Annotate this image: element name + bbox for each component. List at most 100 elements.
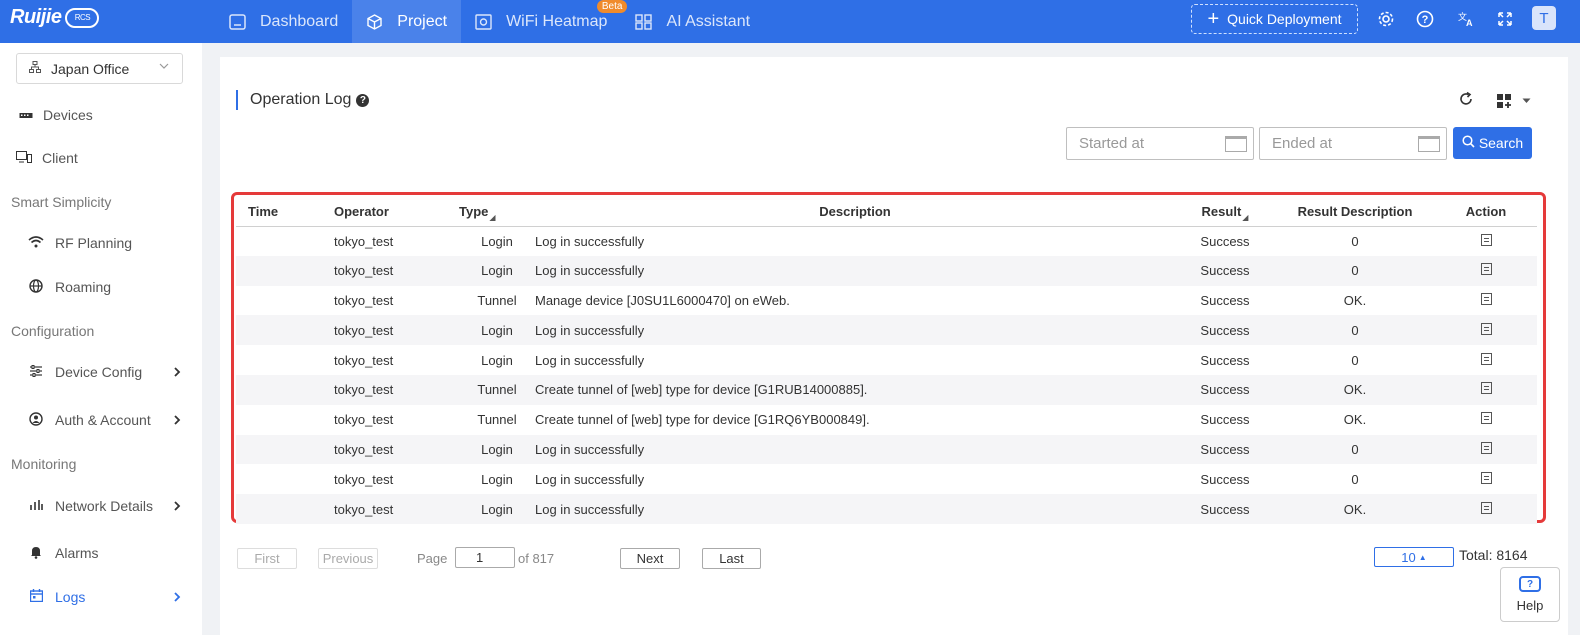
- section-monitoring: Monitoring: [11, 456, 77, 472]
- fullscreen-icon[interactable]: [1494, 8, 1516, 30]
- page-label: Page: [417, 551, 448, 566]
- view-details-icon[interactable]: [1480, 471, 1492, 484]
- sort-icon[interactable]: ◢: [1242, 213, 1248, 222]
- section-configuration: Configuration: [11, 323, 95, 339]
- view-details-icon[interactable]: [1480, 352, 1492, 365]
- language-translate-icon[interactable]: 文A: [1455, 8, 1477, 30]
- refresh-icon[interactable]: [1458, 91, 1474, 112]
- table-row: tokyo_test Login Log in successfully Succes…: [236, 255, 1537, 286]
- help-widget[interactable]: ? Help: [1500, 567, 1560, 622]
- help-question-icon[interactable]: ?: [1414, 8, 1436, 30]
- cell-result: Success: [1200, 501, 1250, 517]
- settings-gear-icon[interactable]: [1375, 8, 1397, 30]
- table-row: tokyo_test Login Log in successfully Succes…: [236, 464, 1537, 494]
- logo-text: Ruijie: [10, 6, 62, 28]
- nav-wifi-heatmap[interactable]: WiFi Heatmap Beta: [461, 0, 628, 43]
- bell-icon: [28, 545, 44, 562]
- page-size-select[interactable]: 10 ▲: [1374, 547, 1454, 567]
- first-page-button[interactable]: First: [237, 548, 297, 569]
- cell-operator: tokyo_test: [334, 441, 394, 457]
- last-page-button[interactable]: Last: [702, 548, 761, 569]
- cell-description: Log in successfully: [535, 263, 645, 279]
- cell-action: [1435, 286, 1537, 316]
- cell-time: [236, 256, 334, 286]
- section-smart-simplicity: Smart Simplicity: [11, 194, 112, 210]
- view-details-icon[interactable]: [1480, 233, 1492, 246]
- site-selector[interactable]: Japan Office: [16, 53, 183, 84]
- started-at-input[interactable]: Started at: [1066, 127, 1254, 160]
- next-page-button[interactable]: Next: [620, 548, 680, 569]
- page-title-bar: Operation Log ?: [236, 90, 370, 110]
- column-header-result[interactable]: Result◢: [1175, 197, 1275, 227]
- help-question-icon[interactable]: ?: [356, 93, 370, 107]
- cell-operator: tokyo_test: [334, 501, 394, 517]
- sidebar-item-devices-label: Devices: [43, 107, 93, 123]
- sidebar-item-auth-account[interactable]: Auth & Account: [0, 405, 202, 435]
- cell-action: [1435, 405, 1537, 435]
- bar-chart-icon: [28, 499, 44, 514]
- cell-type: Login: [481, 441, 513, 457]
- page-number-input[interactable]: 1: [455, 547, 515, 568]
- switch-device-icon: [18, 108, 34, 123]
- previous-page-button[interactable]: Previous: [318, 548, 378, 569]
- column-settings-icon[interactable]: [1496, 93, 1512, 112]
- ended-at-input[interactable]: Ended at: [1259, 127, 1447, 160]
- sidebar-item-devices[interactable]: Devices: [0, 100, 202, 130]
- view-details-icon[interactable]: [1480, 292, 1492, 305]
- column-header-action[interactable]: Action: [1435, 197, 1537, 227]
- search-button[interactable]: Search: [1453, 127, 1532, 159]
- chevron-down-icon: [158, 60, 170, 75]
- svg-text:A: A: [1466, 18, 1473, 28]
- caret-down-icon[interactable]: [1522, 96, 1531, 106]
- sidebar-item-client[interactable]: Client: [0, 143, 202, 173]
- cell-action: [1435, 256, 1537, 286]
- column-header-operator[interactable]: Operator: [334, 197, 459, 227]
- cube-icon: [366, 13, 383, 30]
- cell-action: [1435, 226, 1537, 256]
- nav-ai-assistant-label: AI Assistant: [666, 12, 751, 30]
- cell-action: [1435, 494, 1537, 524]
- sidebar-item-roaming[interactable]: Roaming: [0, 272, 202, 302]
- svg-text:?: ?: [1422, 14, 1429, 26]
- view-details-icon[interactable]: [1480, 382, 1492, 395]
- chevron-right-icon: [173, 498, 181, 514]
- column-header-result-description[interactable]: Result Description: [1275, 197, 1435, 227]
- cell-action: [1435, 315, 1537, 345]
- column-header-type[interactable]: Type◢: [459, 197, 535, 227]
- cell-result: Success: [1200, 292, 1250, 308]
- sidebar-item-network-details[interactable]: Network Details: [0, 491, 202, 521]
- view-details-icon[interactable]: [1480, 441, 1492, 454]
- cell-description: Log in successfully: [535, 352, 645, 368]
- nav-ai-assistant[interactable]: AI Assistant: [621, 0, 764, 43]
- grid-icon: [635, 13, 653, 30]
- user-avatar[interactable]: T: [1532, 6, 1556, 30]
- dashboard-icon: [229, 13, 246, 30]
- quick-deployment-button[interactable]: + Quick Deployment: [1191, 4, 1358, 34]
- column-header-time[interactable]: Time: [236, 197, 334, 227]
- sidebar-item-device-config[interactable]: Device Config: [0, 357, 202, 387]
- cell-type: Login: [481, 471, 513, 487]
- view-details-icon[interactable]: [1480, 263, 1492, 276]
- sidebar-item-alarms[interactable]: Alarms: [0, 538, 202, 568]
- cell-type: Login: [481, 501, 513, 517]
- view-details-icon[interactable]: [1480, 322, 1492, 335]
- chat-help-icon: ?: [1519, 576, 1541, 592]
- sort-icon[interactable]: ◢: [489, 213, 495, 222]
- column-header-description[interactable]: Description: [535, 197, 1175, 227]
- cell-operator: tokyo_test: [334, 233, 394, 249]
- sidebar-item-logs[interactable]: Logs: [0, 582, 202, 612]
- cell-time: [236, 464, 334, 494]
- nav-wifi-heatmap-label: WiFi Heatmap: [506, 12, 608, 30]
- table-row: tokyo_test Login Log in successfully Succes…: [236, 226, 1537, 256]
- ruijie-logo[interactable]: Ruijie RCS: [10, 6, 100, 29]
- sidebar-item-logs-label: Logs: [55, 589, 86, 605]
- view-details-icon[interactable]: [1480, 501, 1492, 514]
- view-details-icon[interactable]: [1480, 412, 1492, 425]
- nav-dashboard[interactable]: Dashboard: [215, 0, 352, 43]
- sidebar-item-rf-planning[interactable]: RF Planning: [0, 228, 202, 258]
- cell-operator: tokyo_test: [334, 382, 394, 398]
- nav-project[interactable]: Project: [352, 0, 462, 43]
- calendar-icon[interactable]: [1418, 136, 1440, 152]
- calendar-icon[interactable]: [1225, 136, 1247, 152]
- cell-operator: tokyo_test: [334, 352, 394, 368]
